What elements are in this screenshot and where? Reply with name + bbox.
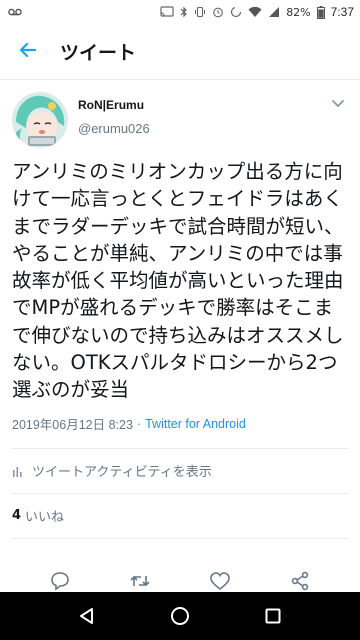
share-icon[interactable] — [280, 570, 320, 592]
like-icon[interactable] — [200, 570, 240, 592]
data-saver-icon — [230, 6, 242, 18]
vibrate-icon — [194, 6, 206, 18]
author-row: RoN|Erumu @erumu026 — [0, 80, 360, 156]
battery-percent: 82% — [286, 5, 311, 19]
tweet-actions — [0, 570, 360, 592]
bluetooth-icon — [180, 6, 188, 18]
likes-label: いいね — [25, 510, 65, 526]
home-circle-icon[interactable] — [156, 592, 204, 640]
android-nav-bar — [0, 592, 360, 640]
chevron-down-icon — [332, 93, 344, 112]
arrow-left-icon — [18, 40, 38, 64]
tweet-menu-button[interactable] — [328, 92, 348, 112]
page-title: ツイート — [60, 42, 137, 64]
alarm-icon — [212, 6, 224, 18]
app-header: ツイート — [0, 24, 360, 80]
tweet-timestamp: 2019年06月12日 8:23 — [12, 418, 133, 433]
status-left — [8, 7, 22, 17]
likes-row[interactable]: 4 いいね — [0, 494, 360, 538]
signal-icon — [268, 6, 280, 18]
author-info: RoN|Erumu @erumu026 — [78, 98, 328, 136]
bar-chart-icon — [12, 465, 24, 477]
likes-count: 4 — [12, 508, 22, 524]
cast-icon — [160, 6, 174, 18]
retweet-icon[interactable] — [120, 570, 160, 592]
tweet-source-link[interactable]: Twitter for Android — [145, 417, 246, 431]
status-right: 82% 7:37 — [160, 5, 354, 19]
back-triangle-icon[interactable] — [63, 592, 111, 640]
user-handle[interactable]: @erumu026 — [78, 121, 328, 136]
tweet-detail: RoN|Erumu @erumu026 アンリミのミリオンカップ出る方に向けて一… — [0, 80, 360, 539]
activity-label: ツイートアクティビティを表示 — [32, 465, 212, 481]
divider — [12, 537, 348, 539]
wifi-icon — [248, 6, 262, 18]
voicemail-icon — [8, 7, 22, 17]
display-name[interactable]: RoN|Erumu — [78, 98, 328, 112]
tweet-text: アンリミのミリオンカップ出る方に向けて一応言っとくとフェイドラはあくまでラダーデ… — [12, 160, 344, 402]
view-activity-button[interactable]: ツイートアクティビティを表示 — [0, 449, 360, 493]
battery-icon — [316, 5, 325, 19]
reply-icon[interactable] — [40, 570, 80, 592]
clock: 7:37 — [330, 5, 354, 19]
meta-separator: · — [136, 416, 142, 431]
recents-square-icon[interactable] — [249, 592, 297, 640]
back-button[interactable] — [0, 24, 56, 80]
status-bar: 82% 7:37 — [0, 0, 360, 24]
avatar[interactable] — [12, 92, 68, 148]
tweet-meta: 2019年06月12日 8:23 · Twitter for Android — [0, 412, 360, 436]
